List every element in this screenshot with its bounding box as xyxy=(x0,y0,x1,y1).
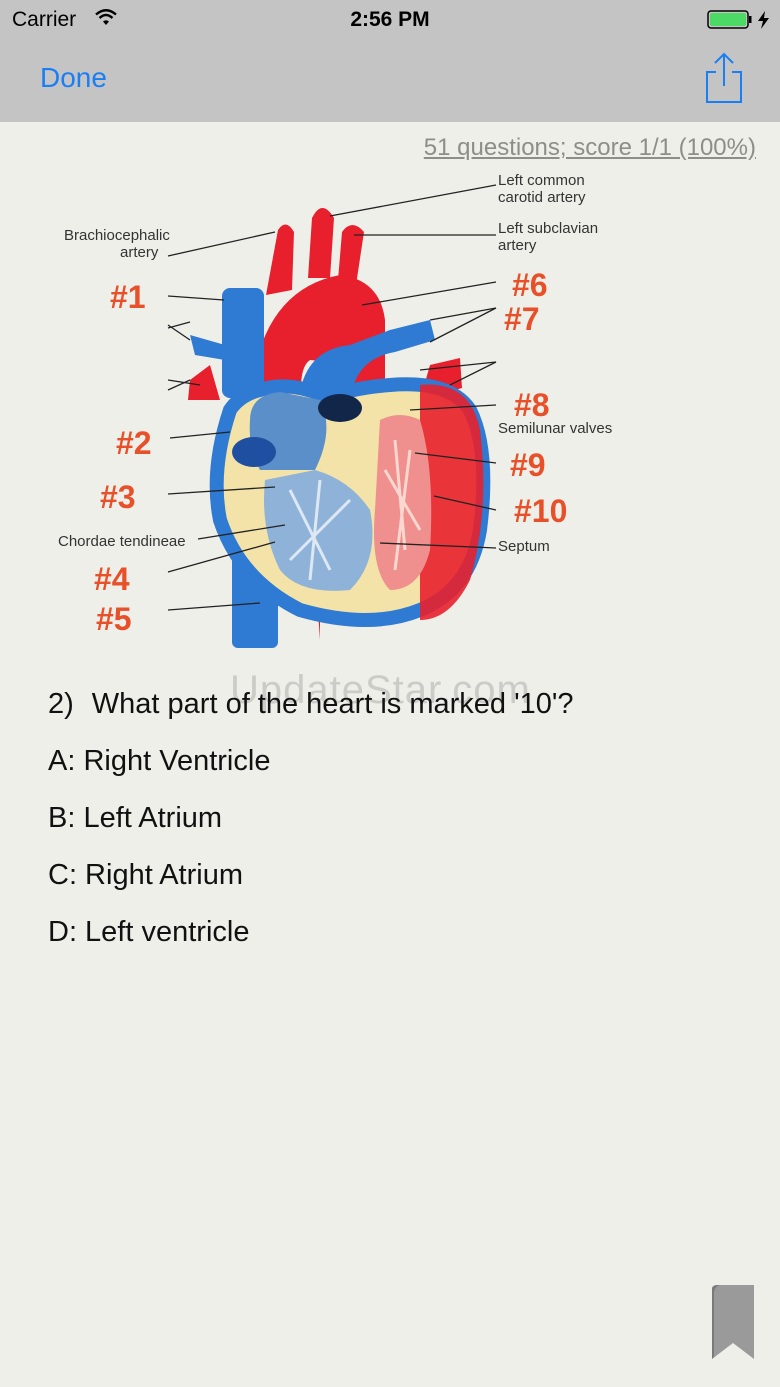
answer-b[interactable]: B: Left Atrium xyxy=(48,802,222,835)
marker-10: #10 xyxy=(514,493,567,529)
answer-d[interactable]: D: Left ventricle xyxy=(48,916,249,949)
label-brachiocephalic-1: Brachiocephalic xyxy=(64,227,170,244)
done-button[interactable]: Done xyxy=(40,62,107,94)
label-left-subclavian-1: Left subclavian xyxy=(498,220,598,237)
clock: 2:56 PM xyxy=(350,8,430,31)
marker-1: #1 xyxy=(110,279,146,315)
marker-5: #5 xyxy=(96,601,132,637)
question-number: 2) xyxy=(48,688,74,720)
question-text: What part of the heart is marked '10'? xyxy=(91,688,574,720)
marker-8: #8 xyxy=(514,387,550,423)
score-link[interactable]: 51 questions; score 1/1 (100%) xyxy=(424,134,756,162)
label-brachiocephalic-2: artery xyxy=(120,244,159,261)
label-left-common-1: Left common xyxy=(498,172,585,189)
marker-7: #7 xyxy=(504,301,540,337)
answer-c[interactable]: C: Right Atrium xyxy=(48,859,243,892)
status-bar: Carrier 2:56 PM xyxy=(0,0,780,40)
marker-6: #6 xyxy=(512,267,548,303)
navigation-bar: Done xyxy=(0,40,780,122)
answer-a[interactable]: A: Right Ventricle xyxy=(48,745,270,778)
label-left-common-2: carotid artery xyxy=(498,189,586,206)
marker-2: #2 xyxy=(116,425,152,461)
marker-4: #4 xyxy=(94,561,130,597)
label-left-subclavian-2: artery xyxy=(498,237,537,254)
question: 2) What part of the heart is marked '10'? xyxy=(48,688,574,721)
share-icon[interactable] xyxy=(703,52,745,106)
label-septum: Septum xyxy=(498,538,550,555)
heart-diagram: Brachiocephalic artery Left common carot… xyxy=(50,170,650,680)
marker-9: #9 xyxy=(510,447,546,483)
battery-icon xyxy=(707,10,769,29)
bookmark-icon[interactable] xyxy=(710,1285,756,1359)
label-chordae: Chordae tendineae xyxy=(58,533,186,550)
marker-3: #3 xyxy=(100,479,136,515)
vena-cava-shape xyxy=(222,288,264,398)
